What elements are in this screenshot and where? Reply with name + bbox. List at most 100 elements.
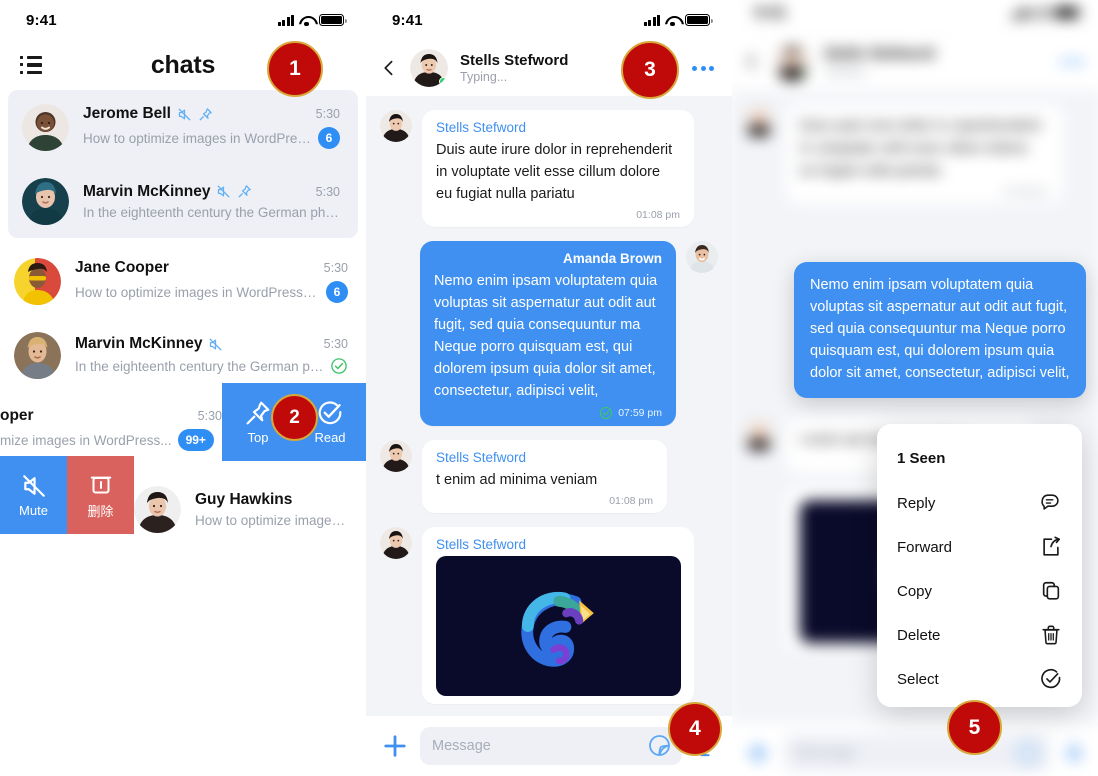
status-icons: [643, 14, 713, 27]
avatar[interactable]: [410, 49, 448, 87]
wifi-icon: [299, 15, 314, 27]
message-bubble[interactable]: Stells Stefword Duis aute irure dolor in…: [422, 110, 694, 227]
sticker-icon: [1017, 742, 1039, 764]
swipe-mute-button[interactable]: Mute: [0, 456, 67, 534]
message-bubble[interactable]: Amanda Brown Nemo enim ipsam voluptatem …: [420, 241, 676, 426]
status-icons: [1011, 6, 1082, 20]
contact-name: oper: [0, 407, 34, 424]
swipe-delete-label: 删除: [87, 503, 114, 519]
menu-item-copy[interactable]: Copy: [877, 569, 1082, 613]
message-text: t enim ad minima veniam: [436, 472, 598, 488]
message-input[interactable]: [432, 738, 670, 754]
timestamp: 5:30: [323, 337, 348, 351]
screenshot-stage: 9:41 chats Jerome Bell 5:30 How to optim…: [0, 0, 1098, 776]
plus-icon[interactable]: [382, 733, 408, 759]
contact-name: Stells Stefword: [824, 45, 935, 63]
row-body: Marvin McKinney 5:30 In the eighteenth c…: [83, 183, 340, 220]
pin-icon: [199, 107, 212, 121]
avatar: [22, 103, 69, 151]
swipe-actions-left: Mute 删除: [0, 456, 134, 534]
table-row[interactable]: Marvin McKinney 5:30 In the eighteenth c…: [0, 318, 366, 392]
trash-icon: [1042, 625, 1060, 645]
online-status-dot: [802, 70, 812, 80]
avatar: [14, 331, 61, 379]
cellular-signal-icon: [1011, 7, 1029, 19]
microphone-icon: [1066, 743, 1082, 761]
message-time: 07:59 pm: [618, 407, 662, 419]
chameleon-logo-image[interactable]: [436, 556, 681, 696]
contact-name: Guy Hawkins: [195, 490, 293, 508]
search-input-wrapper[interactable]: [420, 727, 682, 765]
avatar: [773, 42, 812, 81]
message-time: 01:08 pm: [636, 209, 680, 221]
message-text: Nemo enim ipsam voluptatem quia voluptas…: [810, 277, 1070, 381]
back-chevron-icon[interactable]: [380, 59, 398, 77]
avatar: [380, 440, 412, 472]
more-options-icon[interactable]: [692, 65, 714, 71]
forward-icon: [1043, 536, 1061, 556]
menu-item-label: Forward: [897, 538, 953, 556]
step-marker-5: 5: [947, 700, 1002, 755]
check-circle-icon: [318, 400, 342, 424]
cellular-signal-icon: [643, 14, 660, 26]
message-preview: In the eighteenth century the German phi…: [83, 204, 340, 220]
mute-icon: [217, 185, 231, 198]
contact-name: Marvin McKinney: [75, 335, 203, 352]
message-time: 01:08 pm: [1003, 186, 1049, 199]
row-body: Jerome Bell 5:30 How to optimize images …: [83, 105, 340, 149]
contact-status: Typing...: [824, 63, 873, 78]
message-row: Amanda Brown Nemo enim ipsam voluptatem …: [380, 241, 718, 426]
message-bubble[interactable]: Stells Stefword: [422, 527, 694, 704]
avatar: [14, 257, 61, 305]
status-time: 9:41: [26, 11, 57, 29]
message-time: 01:08 pm: [609, 495, 653, 507]
status-bar: 9:41: [366, 0, 732, 40]
message-sender: Stells Stefword: [436, 450, 527, 465]
seen-count-label: 1 Seen: [897, 450, 946, 467]
avatar: [134, 485, 181, 533]
read-check-icon: [600, 406, 613, 420]
message-sender: Stells Stefword: [436, 120, 527, 135]
sticker-icon[interactable]: [648, 734, 672, 758]
row-body: Jane Cooper 5:30 How to optimize images …: [75, 259, 348, 303]
timestamp: 5:30: [197, 409, 222, 423]
message-bubble: Duis aute irure dolor in reprehenderit i…: [785, 104, 1063, 205]
menu-item-label: Delete: [897, 626, 941, 644]
message-sender: Stells Stefword: [436, 537, 527, 552]
reply-icon: [1041, 494, 1059, 510]
status-time: 9:41: [754, 3, 787, 22]
status-bar: 9:41: [0, 0, 366, 40]
chat-panel: 9:41 Stells Stefword Typing... Stells St…: [366, 0, 732, 776]
trash-icon: [90, 476, 111, 493]
row-body: Marvin McKinney 5:30 In the eighteenth c…: [75, 335, 348, 375]
pinned-group: Jerome Bell 5:30 How to optimize images …: [8, 90, 358, 238]
table-row[interactable]: Marvin McKinney 5:30 In the eighteenth c…: [8, 164, 358, 238]
contact-status: Typing...: [460, 70, 508, 84]
message-text: Duis aute irure dolor in reprehenderit i…: [799, 117, 1041, 179]
list-menu-icon[interactable]: [20, 56, 44, 74]
message-text: Duis aute irure dolor in reprehenderit i…: [436, 142, 673, 202]
message-bubble[interactable]: Stells Stefword t enim ad minima veniam …: [422, 440, 667, 513]
status-bar: 9:41: [732, 0, 1098, 34]
battery-icon: [685, 14, 713, 26]
message-preview: How to optimize images in W: [195, 512, 348, 528]
message-row: Duis aute irure dolor in reprehenderit i…: [742, 104, 1088, 205]
table-row[interactable]: Jerome Bell 5:30 How to optimize images …: [8, 90, 358, 164]
cellular-signal-icon: [277, 14, 294, 26]
menu-item-forward[interactable]: Forward: [877, 525, 1082, 569]
menu-item-label: Select: [897, 670, 939, 688]
table-row[interactable]: Jane Cooper 5:30 How to optimize images …: [0, 244, 366, 318]
menu-item-reply[interactable]: Reply: [877, 481, 1082, 525]
timestamp: 5:30: [323, 261, 348, 275]
search-input-wrapper: [783, 733, 1051, 773]
chat-header-text: Stells Stefword Typing...: [824, 45, 935, 78]
highlighted-message-bubble[interactable]: Nemo enim ipsam voluptatem quia voluptas…: [794, 262, 1086, 398]
swipe-delete-button[interactable]: 删除: [67, 456, 134, 534]
chat-header: Stells Stefword Typing...: [732, 33, 1098, 91]
message-preview: How to optimize images in WordPress for.…: [83, 130, 312, 146]
pin-icon: [238, 185, 252, 198]
menu-item-select[interactable]: Select: [877, 657, 1082, 701]
more-options-icon: [1060, 59, 1084, 65]
menu-item-delete[interactable]: Delete: [877, 613, 1082, 657]
menu-item-label: Reply: [897, 494, 936, 512]
